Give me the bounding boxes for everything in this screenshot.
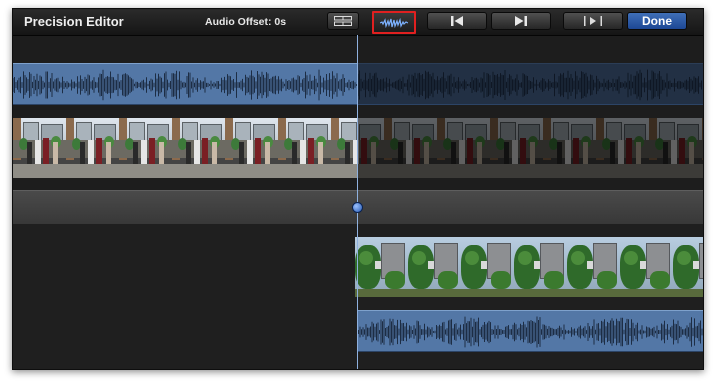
video-frame-thumbnail <box>567 237 620 297</box>
skip-previous-icon <box>451 16 463 26</box>
toolbar: Precision Editor Audio Offset: 0s Done <box>13 9 703 36</box>
window-title: Precision Editor <box>24 14 124 29</box>
play-selection-icon <box>584 16 602 26</box>
audio-waveform-icon <box>380 17 408 28</box>
video-frame-thumbnail <box>620 237 673 297</box>
waveform-peaks <box>358 69 702 101</box>
video-frame-thumbnail <box>408 237 461 297</box>
primary-audio-waveform-dim <box>358 63 703 105</box>
secondary-video-clip[interactable] <box>355 237 703 297</box>
video-frame-thumbnail <box>461 237 514 297</box>
waveform-peaks <box>13 69 357 101</box>
video-frame-thumbnail <box>13 118 66 178</box>
video-frame-thumbnail <box>119 118 172 178</box>
skip-next-icon <box>515 16 527 26</box>
secondary-audio-waveform[interactable] <box>357 310 703 352</box>
unused-clip-overlay <box>358 118 703 178</box>
primary-timeline-area <box>13 36 703 194</box>
play-selection-button[interactable] <box>563 12 623 30</box>
next-edit-button[interactable] <box>491 12 551 30</box>
clip-view-button[interactable] <box>327 12 359 30</box>
audio-offset-label: Audio Offset: 0s <box>205 16 287 28</box>
secondary-timeline-area <box>13 224 703 369</box>
video-frame-thumbnail <box>172 118 225 178</box>
previous-edit-button[interactable] <box>427 12 487 30</box>
video-frame-thumbnail <box>278 118 331 178</box>
done-button[interactable]: Done <box>627 12 687 30</box>
video-frame-thumbnail <box>225 118 278 178</box>
waveform-graph <box>357 316 703 348</box>
waveform-graph <box>358 69 702 101</box>
waveform-view-button[interactable] <box>372 11 416 34</box>
edit-point-handle[interactable] <box>352 202 363 213</box>
waveform-graph <box>13 69 357 101</box>
video-frame-thumbnail <box>673 237 703 297</box>
video-frame-thumbnail <box>355 237 408 297</box>
clip-list-icon <box>334 16 352 26</box>
video-frame-thumbnail <box>514 237 567 297</box>
video-frame-thumbnail <box>66 118 119 178</box>
primary-audio-waveform[interactable] <box>13 63 358 105</box>
waveform-peaks <box>357 316 703 348</box>
precision-editor-window: Precision Editor Audio Offset: 0s Done <box>12 8 704 370</box>
